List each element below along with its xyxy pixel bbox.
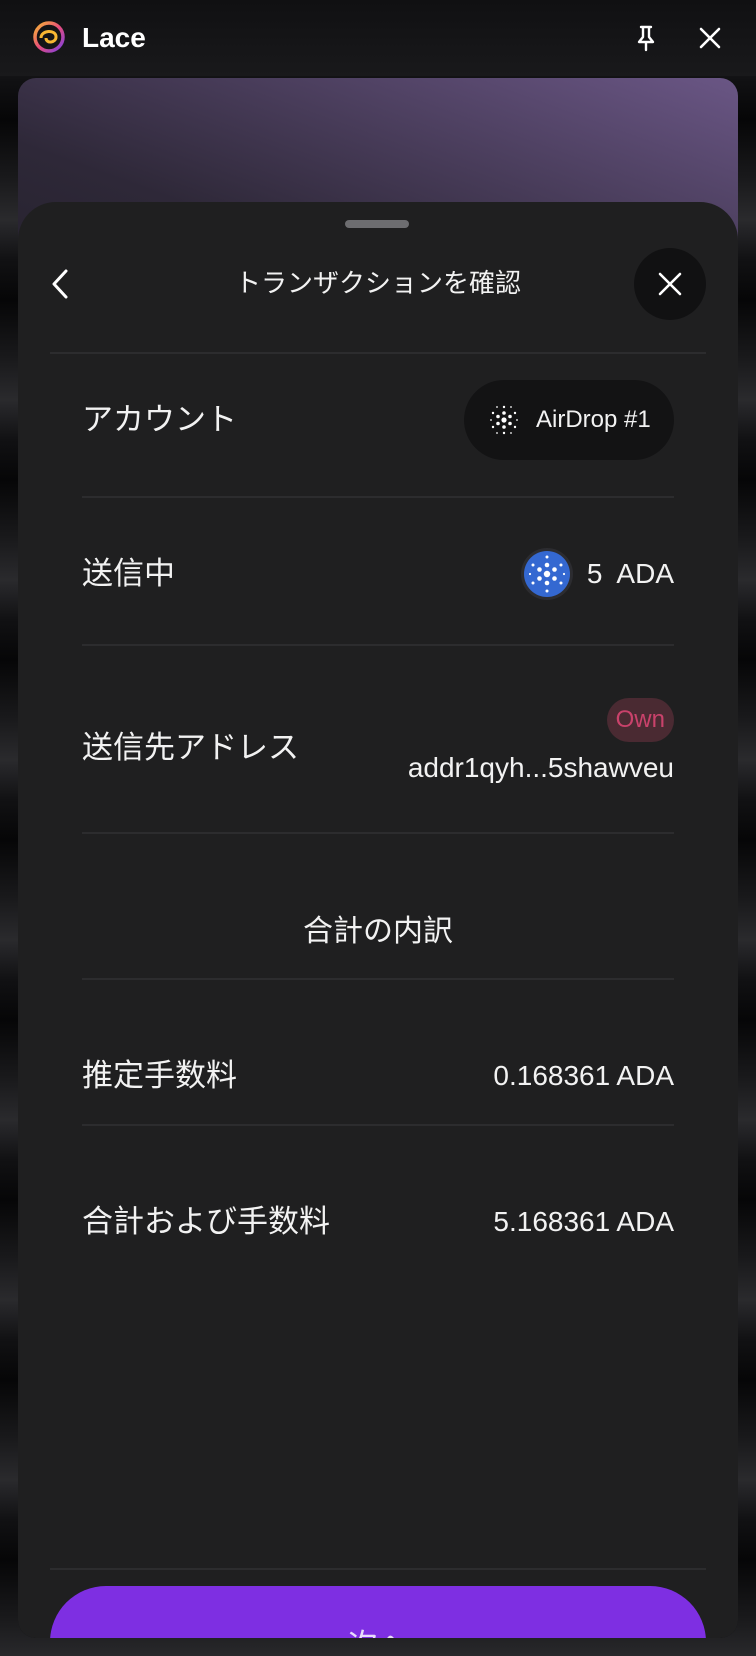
account-name: AirDrop #1 <box>536 406 651 433</box>
close-icon <box>699 27 721 49</box>
lace-logo-icon <box>33 21 65 53</box>
window-close-button[interactable] <box>690 18 730 58</box>
close-icon <box>658 272 682 296</box>
divider <box>82 1124 674 1126</box>
recipient-row: 送信先アドレス Own addr1qyh...5shawveu <box>82 698 674 790</box>
own-badge: Own <box>606 698 674 742</box>
fee-value: 0.168361 ADA <box>493 1060 674 1091</box>
sending-amount-value: 5 <box>586 558 603 589</box>
next-button[interactable]: 次へ <box>50 1586 706 1638</box>
sending-row: 送信中 5 ADA <box>82 546 674 602</box>
wallet-frame: トランザクションを確認 アカウント AirDrop #1 送信中 5 ADA 送… <box>18 78 738 1638</box>
footer-divider <box>50 1568 706 1570</box>
pin-icon <box>637 25 655 52</box>
confirm-transaction-sheet: トランザクションを確認 アカウント AirDrop #1 送信中 5 ADA 送… <box>18 202 738 1638</box>
divider <box>82 978 674 980</box>
cardano-icon <box>490 405 518 435</box>
back-button[interactable] <box>40 262 80 306</box>
account-row: アカウント AirDrop #1 <box>82 380 674 460</box>
divider <box>82 832 674 834</box>
total-row: 合計および手数料 5.168361 ADA <box>82 1200 674 1244</box>
sending-amount-unit: ADA <box>616 558 674 589</box>
account-pill[interactable]: AirDrop #1 <box>464 380 674 460</box>
pin-button[interactable] <box>626 18 666 58</box>
ada-token-icon <box>520 548 573 600</box>
sending-amount: 5 ADA <box>520 546 674 602</box>
account-label: アカウント <box>82 402 237 438</box>
window-titlebar: Lace <box>0 0 756 76</box>
chevron-left-icon <box>52 269 68 299</box>
sending-label: 送信中 <box>82 556 175 592</box>
fee-row: 推定手数料 0.168361 ADA <box>82 1054 674 1098</box>
breakdown-title: 合計の内訳 <box>303 914 453 949</box>
divider <box>82 496 674 498</box>
total-label: 合計および手数料 <box>82 1204 330 1240</box>
fee-label: 推定手数料 <box>82 1058 237 1094</box>
recipient-address: addr1qyh...5shawveu <box>407 752 674 783</box>
sheet-close-button[interactable] <box>634 248 706 320</box>
divider <box>82 644 674 646</box>
header-divider <box>50 352 706 354</box>
app-name: Lace <box>82 22 146 53</box>
sheet-title: トランザクションを確認 <box>234 269 521 299</box>
recipient-label: 送信先アドレス <box>82 730 299 766</box>
drag-handle[interactable] <box>345 220 409 228</box>
total-value: 5.168361 ADA <box>493 1206 674 1237</box>
